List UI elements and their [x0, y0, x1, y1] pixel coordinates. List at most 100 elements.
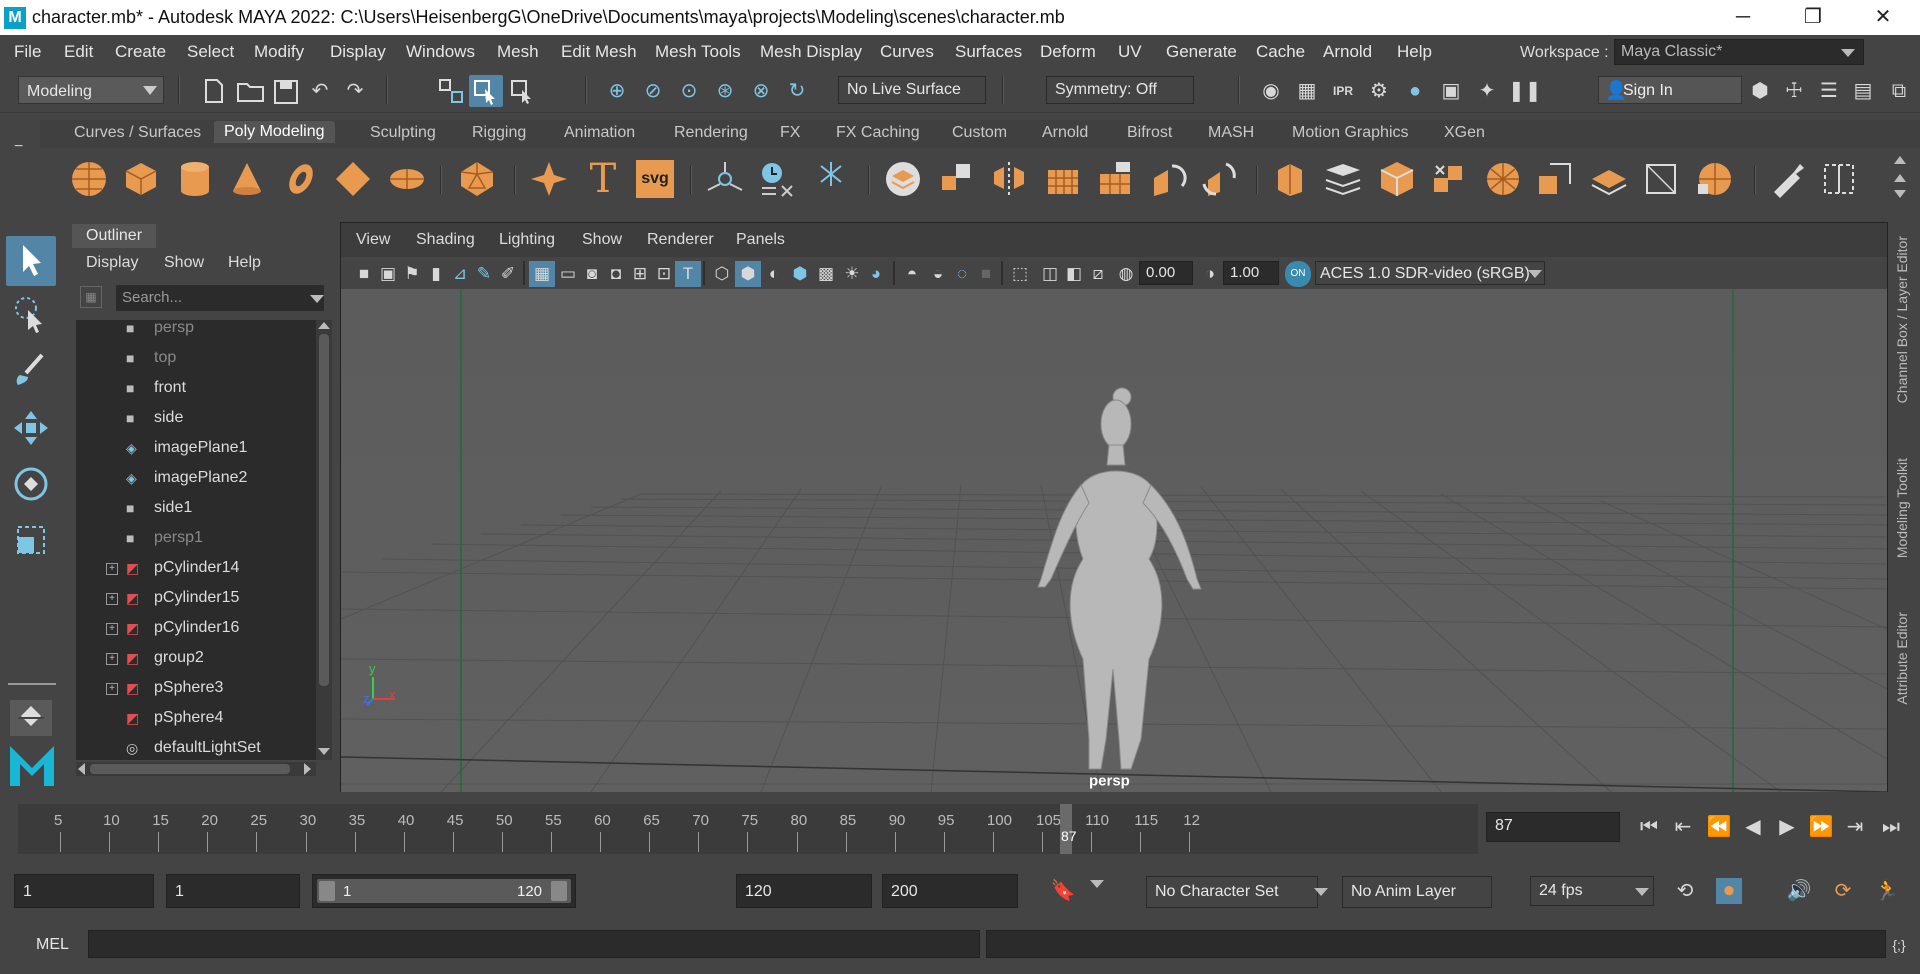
- viewport-menu-renderer[interactable]: Renderer: [647, 231, 714, 249]
- outliner-item[interactable]: ◎ defaultLightSet: [76, 734, 316, 760]
- tab-channel-box[interactable]: Channel Box / Layer Editor: [1894, 236, 1910, 403]
- menu-cache[interactable]: Cache: [1256, 42, 1305, 62]
- bridge-icon[interactable]: [1324, 160, 1362, 198]
- outliner-menu-display[interactable]: Display: [86, 254, 138, 272]
- sweep-mesh-icon[interactable]: [706, 160, 744, 198]
- script-editor-icon[interactable]: {;}: [1886, 932, 1912, 958]
- viewport-menu-show[interactable]: Show: [582, 231, 622, 249]
- xray-icon[interactable]: ◫: [1037, 261, 1063, 287]
- exposure-icon[interactable]: ◍: [1113, 261, 1139, 287]
- render-icon[interactable]: ▦: [1294, 78, 1320, 104]
- motion-blur-icon[interactable]: ◒: [925, 261, 951, 287]
- pause-icon[interactable]: ❚❚: [1508, 78, 1542, 104]
- menu-surfaces[interactable]: Surfaces: [955, 42, 1022, 62]
- grease-pencil-icon[interactable]: ✎: [471, 261, 497, 287]
- menu-uv[interactable]: UV: [1118, 42, 1142, 62]
- bookmark-icon[interactable]: 🔖: [1050, 878, 1076, 904]
- hypershade-icon[interactable]: ●: [1402, 78, 1428, 104]
- time-editor-icon[interactable]: [758, 160, 796, 198]
- tool-settings-icon[interactable]: ▤: [1850, 78, 1876, 104]
- expand-icon[interactable]: +: [106, 563, 118, 575]
- playback-start-field[interactable]: 1: [166, 874, 300, 908]
- anti-aliasing-icon[interactable]: ◌: [949, 261, 975, 287]
- gate-mask-icon[interactable]: ◘: [603, 261, 629, 287]
- menu-edit-mesh[interactable]: Edit Mesh: [561, 42, 637, 62]
- range-end-handle[interactable]: [551, 881, 567, 901]
- paint-select-tool-button[interactable]: [6, 347, 56, 397]
- render-settings-icon[interactable]: ⚙: [1366, 78, 1392, 104]
- menu-curves[interactable]: Curves: [880, 42, 934, 62]
- menu-mesh[interactable]: Mesh: [497, 42, 539, 62]
- step-back-key-icon[interactable]: ⏪: [1706, 814, 1732, 840]
- workspace-select[interactable]: Maya Classic*: [1614, 39, 1864, 65]
- lights-icon[interactable]: ☀: [839, 261, 865, 287]
- platonic-solid-icon[interactable]: [458, 160, 496, 198]
- save-scene-icon[interactable]: [273, 79, 299, 105]
- grid-toggle-icon[interactable]: ▦: [529, 261, 555, 287]
- snap-grid-icon[interactable]: ⊕: [604, 78, 630, 104]
- hscrollbar-thumb[interactable]: [90, 764, 290, 774]
- snap-point-icon[interactable]: ⊙: [676, 78, 702, 104]
- menuset-select[interactable]: Modeling: [18, 76, 164, 104]
- tab-rigging[interactable]: Rigging: [472, 124, 526, 142]
- undo-icon[interactable]: ↶: [307, 78, 333, 104]
- rotate-tool-button[interactable]: [6, 459, 56, 509]
- scroll-right-icon[interactable]: [304, 763, 311, 775]
- ipr-render-icon[interactable]: IPR: [1330, 78, 1356, 104]
- bevel-icon[interactable]: [1378, 160, 1416, 198]
- tab-fx[interactable]: FX: [780, 124, 800, 142]
- multi-cut-icon[interactable]: [1768, 160, 1806, 198]
- menu-arnold[interactable]: Arnold: [1323, 42, 1372, 62]
- poly-disc-icon[interactable]: [388, 160, 426, 198]
- mirror-icon[interactable]: [990, 160, 1028, 198]
- combine-icon[interactable]: [884, 160, 922, 198]
- freeze-transform-icon[interactable]: [812, 160, 850, 198]
- menu-display[interactable]: Display: [330, 42, 386, 62]
- quad-draw-icon[interactable]: [1696, 160, 1734, 198]
- expand-icon[interactable]: +: [106, 653, 118, 665]
- extrude-icon[interactable]: [1272, 160, 1310, 198]
- bookmark-icon[interactable]: ⚑: [399, 261, 425, 287]
- outliner-item[interactable]: + ◩ pCylinder14: [76, 554, 316, 584]
- select-tool-button[interactable]: [6, 236, 56, 286]
- scroll-up-icon[interactable]: [1894, 156, 1906, 164]
- range-start-handle[interactable]: [319, 881, 335, 901]
- loop-icon[interactable]: ⟲: [1672, 878, 1698, 904]
- anim-layer-field[interactable]: No Anim Layer: [1342, 876, 1492, 908]
- outliner-hscrollbar[interactable]: [76, 762, 316, 776]
- chevron-down-icon[interactable]: [1090, 880, 1104, 888]
- pen-icon[interactable]: ✐: [495, 261, 521, 287]
- outliner-scrollbar[interactable]: [316, 320, 332, 760]
- sign-in-button[interactable]: 👤 Sign In: [1598, 76, 1742, 104]
- menu-file[interactable]: File: [14, 42, 41, 62]
- tab-attribute-editor[interactable]: Attribute Editor: [1894, 612, 1910, 705]
- outliner-item[interactable]: ◈ imagePlane1: [76, 434, 316, 464]
- smooth-icon[interactable]: [1044, 160, 1082, 198]
- xray-joints-icon[interactable]: ◧: [1061, 261, 1087, 287]
- fps-select[interactable]: 24 fps: [1530, 876, 1654, 906]
- textured-icon[interactable]: ▩: [813, 261, 839, 287]
- color-management-toggle-icon[interactable]: ON: [1285, 261, 1311, 287]
- scale-tool-button[interactable]: [6, 515, 56, 565]
- chevron-down-icon[interactable]: [310, 295, 324, 303]
- auto-key-icon[interactable]: ⏺: [1716, 878, 1742, 904]
- reduce-icon[interactable]: [1096, 160, 1134, 198]
- outliner-item[interactable]: ■ side: [76, 404, 316, 434]
- tab-modeling-toolkit[interactable]: Modeling Toolkit: [1894, 458, 1910, 558]
- color-space-select[interactable]: ACES 1.0 SDR-video (sRGB): [1315, 261, 1545, 285]
- outliner-item[interactable]: + ◩ pCylinder15: [76, 584, 316, 614]
- viewport-menu-view[interactable]: View: [356, 231, 390, 249]
- menu-edit[interactable]: Edit: [64, 42, 93, 62]
- outliner-item[interactable]: + ◩ group2: [76, 644, 316, 674]
- shelf-scroll[interactable]: [1890, 152, 1908, 204]
- viewport-scene[interactable]: persp y x z: [341, 289, 1887, 792]
- step-forward-frame-icon[interactable]: ⇥: [1842, 814, 1868, 840]
- current-frame-field[interactable]: 87: [1486, 812, 1620, 842]
- command-input[interactable]: [88, 930, 980, 958]
- insert-edge-loop-icon[interactable]: [1820, 160, 1858, 198]
- open-scene-icon[interactable]: [236, 80, 266, 104]
- menu-deform[interactable]: Deform: [1040, 42, 1096, 62]
- play-backwards-icon[interactable]: ◀: [1740, 814, 1766, 840]
- tab-mash[interactable]: MASH: [1208, 124, 1254, 142]
- gamma-icon[interactable]: ◑: [1197, 261, 1223, 287]
